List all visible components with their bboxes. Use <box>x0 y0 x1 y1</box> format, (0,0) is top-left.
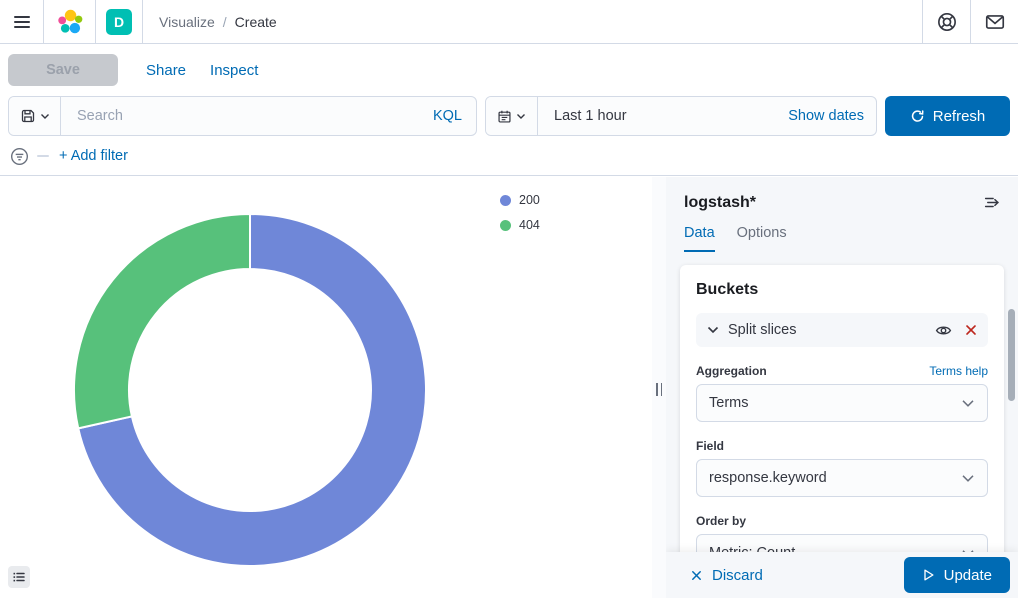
breadcrumb-separator: / <box>223 14 227 30</box>
chevron-down-icon <box>961 399 975 408</box>
chevron-down-icon <box>961 474 975 483</box>
help-icon <box>936 11 958 33</box>
main-content: 200 404 logstash* <box>0 177 1018 598</box>
refresh-icon <box>910 109 925 124</box>
save-button[interactable]: Save <box>8 54 118 86</box>
filter-icon[interactable] <box>10 147 29 166</box>
menu-button[interactable] <box>0 0 44 43</box>
field-select[interactable]: response.keyword <box>696 459 988 497</box>
field-label: Field <box>696 439 724 453</box>
discard-button[interactable]: Discard <box>690 567 763 584</box>
split-slices-accordion[interactable]: Split slices <box>696 313 988 347</box>
query-bar: KQL Last 1 hour Show dates Refresh <box>8 96 1010 136</box>
close-icon <box>964 323 978 337</box>
saved-query-menu-button[interactable] <box>9 97 61 135</box>
query-language-button[interactable]: KQL <box>433 97 476 135</box>
visualization-editor-panel: logstash* Data Options Buckets Split <box>666 177 1018 598</box>
panel-scrollbar-thumb[interactable] <box>1008 309 1015 401</box>
legend-label[interactable]: 404 <box>519 218 540 232</box>
breadcrumb: Visualize / Create <box>143 0 922 43</box>
discard-label: Discard <box>712 567 763 584</box>
remove-bucket-button[interactable] <box>964 323 978 337</box>
close-icon <box>690 569 703 582</box>
filter-bar: + Add filter <box>0 137 1018 176</box>
editor-footer: Discard Update <box>666 552 1018 598</box>
tab-data[interactable]: Data <box>684 225 715 252</box>
elastic-logo-icon <box>57 9 83 35</box>
calendar-icon <box>497 109 512 124</box>
aggregation-label-row: Aggregation Terms help <box>696 364 988 378</box>
aggregation-label: Aggregation <box>696 364 767 378</box>
chart-legend: 200 404 <box>500 193 540 232</box>
search-control: KQL <box>8 96 477 136</box>
date-quick-menu-button[interactable] <box>486 97 538 135</box>
newsfeed-button[interactable] <box>970 0 1018 43</box>
editor-tabs: Data Options <box>666 213 1018 252</box>
bucket-name: Split slices <box>728 322 797 338</box>
time-range-value[interactable]: Last 1 hour <box>538 97 627 135</box>
top-navigation-bar: D Visualize / Create <box>0 0 1018 44</box>
chevron-down-icon <box>40 113 50 120</box>
share-button[interactable]: Share <box>146 62 186 79</box>
field-value: response.keyword <box>709 470 827 486</box>
add-filter-button[interactable]: + Add filter <box>59 148 128 164</box>
date-picker-control: Last 1 hour Show dates <box>485 96 877 136</box>
refresh-button[interactable]: Refresh <box>885 96 1010 136</box>
saved-query-icon <box>20 108 36 124</box>
field-label-row: Field <box>696 439 988 453</box>
eye-icon <box>935 322 952 339</box>
visualize-toolbar: Save Share Inspect <box>0 45 1018 95</box>
inspect-button[interactable]: Inspect <box>210 62 258 79</box>
toggle-bucket-visibility-button[interactable] <box>935 322 952 339</box>
buckets-title: Buckets <box>696 281 988 299</box>
play-icon <box>922 568 935 582</box>
collapse-panel-button[interactable] <box>981 192 1002 213</box>
breadcrumb-visualize[interactable]: Visualize <box>159 14 215 30</box>
resize-grip-icon <box>656 383 662 396</box>
update-button[interactable]: Update <box>904 557 1010 593</box>
search-input[interactable] <box>61 97 433 135</box>
kibana-visualize-app: D Visualize / Create Save Share Inspect <box>0 0 1018 598</box>
legend-item[interactable]: 200 <box>500 193 540 207</box>
refresh-label: Refresh <box>933 108 986 125</box>
aggregation-value: Terms <box>709 395 748 411</box>
breadcrumb-create: Create <box>235 14 277 30</box>
buckets-card: Buckets Split slices <box>680 265 1004 598</box>
legend-item[interactable]: 404 <box>500 218 540 232</box>
update-label: Update <box>944 567 992 584</box>
chevron-down-icon <box>516 113 526 120</box>
order-by-label-row: Order by <box>696 514 988 528</box>
tab-options[interactable]: Options <box>737 225 787 252</box>
panel-header: logstash* <box>666 177 1018 213</box>
collapse-panel-icon <box>983 194 1000 211</box>
donut-chart[interactable] <box>72 212 428 568</box>
hamburger-icon <box>12 12 32 32</box>
space-selector[interactable]: D <box>96 0 143 43</box>
help-button[interactable] <box>922 0 970 43</box>
show-dates-button[interactable]: Show dates <box>788 97 876 135</box>
visualization-canvas: 200 404 <box>0 177 652 598</box>
legend-label[interactable]: 200 <box>519 193 540 207</box>
panel-resize-handle[interactable] <box>652 177 666 598</box>
mail-icon <box>984 11 1006 33</box>
filter-divider <box>37 155 49 157</box>
index-pattern-title: logstash* <box>684 194 756 212</box>
order-by-label: Order by <box>696 514 746 528</box>
legend-color-dot <box>500 220 511 231</box>
legend-color-dot <box>500 195 511 206</box>
donut-slice-404[interactable] <box>74 214 250 428</box>
space-badge[interactable]: D <box>106 9 132 35</box>
legend-toggle-button[interactable] <box>8 566 30 588</box>
chevron-down-icon <box>706 325 720 335</box>
aggregation-select[interactable]: Terms <box>696 384 988 422</box>
elastic-logo[interactable] <box>44 0 96 43</box>
list-icon <box>12 570 26 584</box>
terms-help-link[interactable]: Terms help <box>929 364 988 378</box>
